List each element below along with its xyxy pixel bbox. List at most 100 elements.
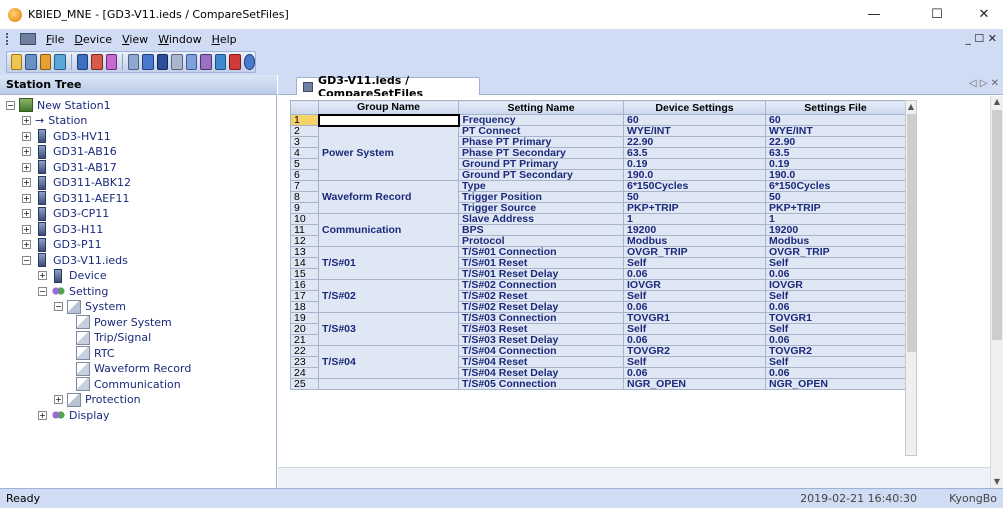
device-setting-cell[interactable]: 60 <box>623 114 766 126</box>
group-name-cell[interactable] <box>318 378 459 390</box>
row-number[interactable]: 10 <box>290 213 319 225</box>
tree-item[interactable]: − GD3-V11.ieds <box>22 252 128 268</box>
download-icon[interactable] <box>105 54 118 70</box>
settings-file-cell[interactable]: 63.5 <box>765 147 906 159</box>
scroll-up-arrow-icon[interactable]: ▲ <box>906 101 916 113</box>
tree-item[interactable]: + → Station <box>22 113 87 129</box>
device-setting-cell[interactable]: IOVGR <box>623 279 766 291</box>
setting-name-cell[interactable]: Slave Address <box>458 213 624 225</box>
device-setting-cell[interactable]: 0.06 <box>623 301 766 313</box>
setting-name-cell[interactable]: Protocol <box>458 235 624 247</box>
compare-icon[interactable] <box>76 54 89 70</box>
device-setting-cell[interactable]: 0.06 <box>623 334 766 346</box>
menu-window[interactable]: Window <box>158 33 201 46</box>
device-setting-cell[interactable]: 0.06 <box>623 268 766 280</box>
setting-name-cell[interactable]: T/S#02 Connection <box>458 279 624 291</box>
vertical-scroll-thumb[interactable] <box>992 110 1002 340</box>
group-name-cell[interactable]: Power System <box>318 125 459 181</box>
table-row[interactable]: 19 T/S#03 T/S#03 Connection TOVGR1 TOVGR1 <box>290 312 906 346</box>
row-number[interactable]: 14 <box>290 257 319 269</box>
setting-name-cell[interactable]: T/S#02 Reset <box>458 290 624 302</box>
settings-file-cell[interactable]: 0.06 <box>765 268 906 280</box>
row-number[interactable]: 22 <box>290 345 319 357</box>
group-name-cell[interactable]: T/S#01 <box>318 246 459 280</box>
setting-name-cell[interactable]: Trigger Source <box>458 202 624 214</box>
group-name-cell[interactable] <box>317 113 460 127</box>
settings-file-cell[interactable]: 19200 <box>765 224 906 236</box>
setting-name-cell[interactable]: T/S#03 Reset <box>458 323 624 335</box>
grid-icon[interactable] <box>156 54 169 70</box>
open-icon[interactable] <box>39 54 52 70</box>
settings-file-cell[interactable]: 190.0 <box>765 169 906 181</box>
settings-file-cell[interactable]: 0.19 <box>765 158 906 170</box>
setting-name-cell[interactable]: T/S#04 Connection <box>458 345 624 357</box>
settings-file-cell[interactable]: IOVGR <box>765 279 906 291</box>
new-icon[interactable] <box>11 54 23 70</box>
row-number[interactable]: 5 <box>290 158 319 170</box>
settings-file-cell[interactable]: Modbus <box>765 235 906 247</box>
collapse-icon[interactable]: − <box>6 100 15 110</box>
device-setting-cell[interactable]: NGR_OPEN <box>623 378 766 390</box>
row-number[interactable]: 21 <box>290 334 319 346</box>
settings-file-cell[interactable]: 60 <box>765 114 906 126</box>
expand-icon[interactable]: + <box>22 178 31 187</box>
tab-nav-controls[interactable]: ◁ ▷ ✕ <box>969 78 999 89</box>
scroll-down-arrow-icon[interactable]: ▼ <box>991 476 1003 488</box>
device-setting-cell[interactable]: 63.5 <box>623 147 766 159</box>
row-number[interactable]: 1 <box>290 114 319 126</box>
setting-name-cell[interactable]: Ground PT Primary <box>458 158 624 170</box>
tree-item[interactable]: + GD3-HV11 <box>22 128 111 144</box>
expand-icon[interactable]: + <box>22 193 31 203</box>
mdi-controls[interactable]: _ ☐ ✕ <box>965 29 997 49</box>
tab-compare-set-files[interactable]: GD3-V11.ieds / CompareSetFiles <box>296 74 480 100</box>
device-setting-cell[interactable]: Modbus <box>623 235 766 247</box>
device-setting-cell[interactable]: 0.19 <box>623 158 766 170</box>
wave-icon[interactable] <box>185 54 198 70</box>
table-scrollbar[interactable]: ▲ <box>905 100 917 456</box>
column-header-setting[interactable]: Setting Name <box>458 100 624 115</box>
row-number[interactable]: 7 <box>290 180 319 192</box>
horizontal-scrollbar[interactable] <box>278 467 990 488</box>
settings-file-cell[interactable]: TOVGR1 <box>765 312 906 324</box>
table-scroll-thumb[interactable] <box>907 114 916 352</box>
collapse-icon[interactable]: − <box>38 286 47 296</box>
expand-icon[interactable]: + <box>54 395 63 404</box>
expand-icon[interactable]: + <box>22 209 31 218</box>
close-doc-icon[interactable] <box>229 54 241 70</box>
table-row[interactable]: 2 Power System PT Connect WYE/INT WYE/INT <box>290 125 906 181</box>
table-row[interactable]: 7 Waveform Record Type 6*150Cycles 6*150Cycl… <box>290 180 906 214</box>
setting-name-cell[interactable]: Trigger Position <box>458 191 624 203</box>
minimize-button[interactable]: — <box>855 0 893 29</box>
row-number[interactable]: 20 <box>290 323 319 335</box>
group-name-cell[interactable]: Waveform Record <box>318 180 459 214</box>
collapse-icon[interactable]: − <box>54 302 63 311</box>
tree-item[interactable]: − New Station1 <box>6 97 111 113</box>
settings-file-cell[interactable]: OVGR_TRIP <box>765 246 906 258</box>
row-number[interactable]: 16 <box>290 279 319 291</box>
row-number[interactable]: 19 <box>290 312 319 324</box>
row-number[interactable]: 12 <box>290 235 319 247</box>
setting-name-cell[interactable]: PT Connect <box>458 125 624 137</box>
group-name-cell[interactable]: T/S#02 <box>318 279 459 313</box>
row-number[interactable]: 24 <box>290 367 319 379</box>
tree-item[interactable]: + GD31-AB16 <box>22 144 117 160</box>
window-icon[interactable] <box>171 54 183 70</box>
tree-item[interactable]: Waveform Record <box>70 361 191 377</box>
monitor-icon[interactable] <box>142 54 154 70</box>
expand-icon[interactable]: + <box>22 162 31 172</box>
column-header-group[interactable]: Group Name <box>318 100 459 115</box>
setting-name-cell[interactable]: T/S#01 Reset Delay <box>458 268 624 280</box>
device-setting-cell[interactable]: 6*150Cycles <box>623 180 766 192</box>
settings-file-cell[interactable]: NGR_OPEN <box>765 378 906 390</box>
tree-item[interactable]: + Protection <box>54 392 141 408</box>
row-number[interactable]: 25 <box>290 378 319 390</box>
wave2-icon[interactable] <box>200 54 212 70</box>
setting-name-cell[interactable]: T/S#03 Connection <box>458 312 624 324</box>
device-setting-cell[interactable]: Self <box>623 290 766 302</box>
scroll-up-arrow-icon[interactable]: ▲ <box>991 96 1003 108</box>
device-setting-cell[interactable]: PKP+TRIP <box>623 202 766 214</box>
setting-name-cell[interactable]: T/S#04 Reset <box>458 356 624 368</box>
row-number[interactable]: 15 <box>290 268 319 280</box>
export-icon[interactable] <box>214 54 227 70</box>
device-setting-cell[interactable]: TOVGR1 <box>623 312 766 324</box>
